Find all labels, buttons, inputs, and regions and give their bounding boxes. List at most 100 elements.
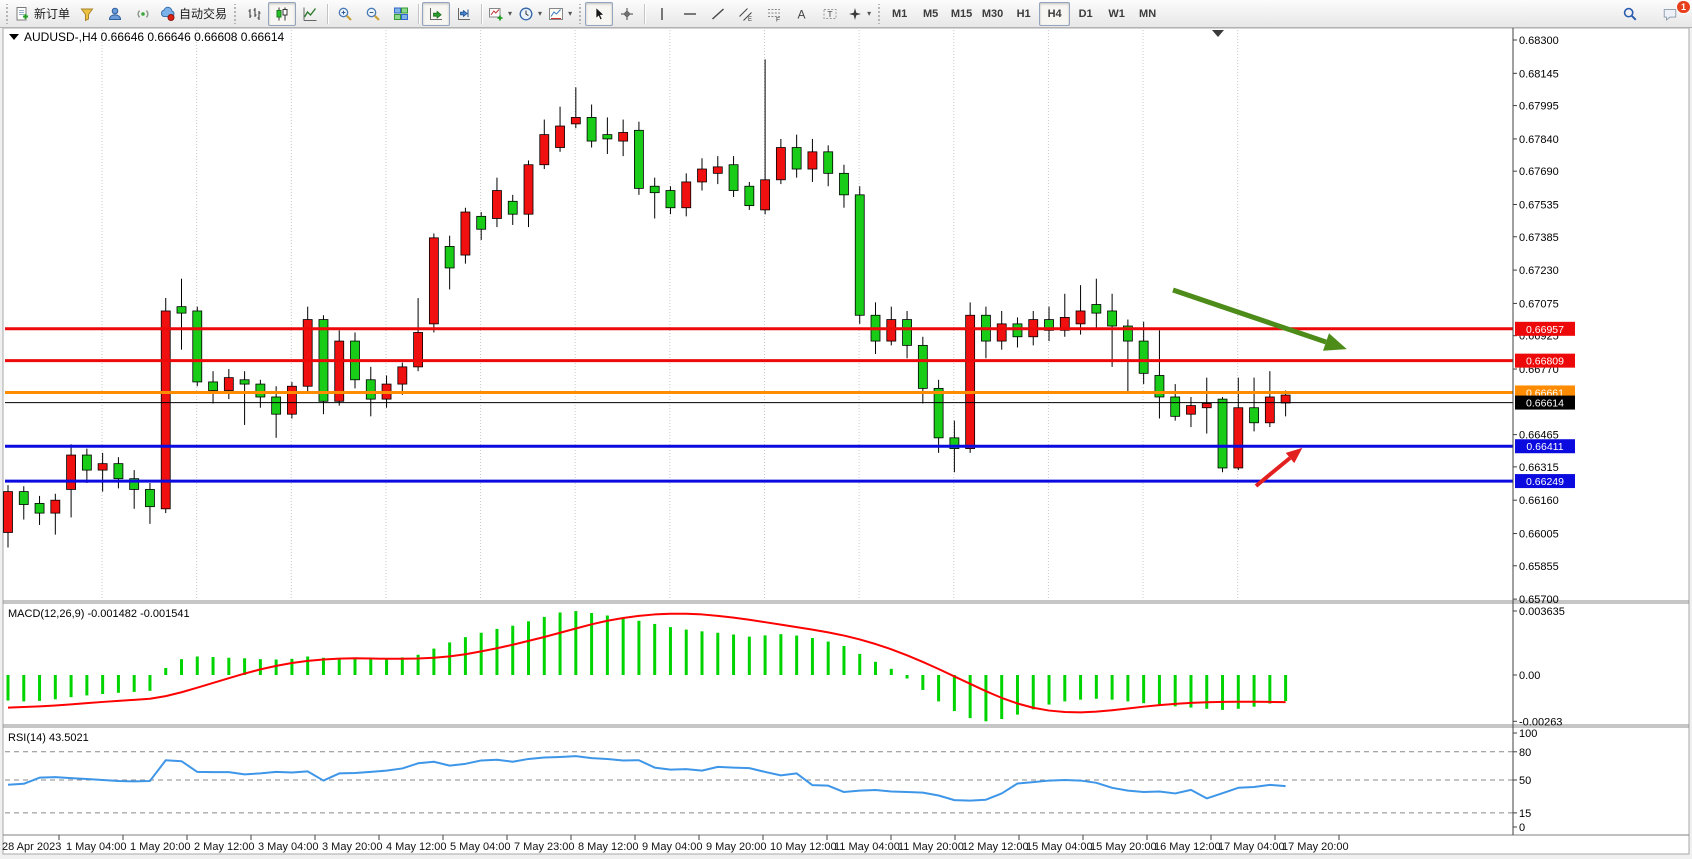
bear-candle-body — [745, 186, 754, 205]
timeframe-h4-button[interactable]: H4 — [1039, 2, 1070, 26]
periods-button[interactable]: ▾ — [515, 2, 545, 26]
candle — [855, 186, 864, 324]
price-badge-text: 0.66411 — [1526, 441, 1563, 453]
bull-candle-body — [571, 117, 580, 123]
new-chart-button[interactable] — [73, 2, 101, 26]
time-label: 9 May 20:00 — [706, 841, 767, 853]
time-label: 28 Apr 2023 — [2, 841, 61, 853]
tile-windows-button[interactable] — [387, 2, 415, 26]
periods-icon — [518, 6, 534, 22]
timeframe-m30-button[interactable]: M30 — [977, 2, 1008, 26]
support-line-2-price-badge: 0.66249 — [1515, 474, 1575, 488]
zoom-out-button[interactable] — [359, 2, 387, 26]
bear-candle-body — [634, 130, 643, 188]
fibonacci-button[interactable]: F — [760, 2, 788, 26]
new-order-button[interactable]: 新订单 — [12, 2, 73, 26]
time-label: 10 May 12:00 — [770, 841, 837, 853]
macd-tick-label: -0.00263 — [1519, 716, 1562, 728]
timeframe-d1-button[interactable]: D1 — [1070, 2, 1101, 26]
vertical-line-button[interactable] — [648, 2, 676, 26]
timeframe-mn-button[interactable]: MN — [1132, 2, 1163, 26]
bear-candle-body — [824, 152, 833, 174]
notification-badge: 1 — [1676, 0, 1691, 14]
bear-candle-body — [934, 388, 943, 437]
time-label: 7 May 23:00 — [514, 841, 575, 853]
candle — [461, 208, 470, 264]
cursor-button[interactable] — [585, 2, 613, 26]
templates-icon — [548, 6, 564, 22]
candle — [634, 122, 643, 195]
crosshair-icon — [619, 6, 635, 22]
bull-candle-body — [98, 464, 107, 470]
time-label: 5 May 04:00 — [450, 841, 511, 853]
bear-candle-body — [209, 382, 218, 391]
timeframe-m30-button-label: M30 — [982, 8, 1003, 20]
price-tick-label: 0.66005 — [1519, 529, 1559, 541]
bull-candle-body — [161, 311, 170, 509]
vertical-line-icon — [654, 6, 670, 22]
channel-icon: E — [738, 6, 754, 22]
timeframe-h4-button-label: H4 — [1048, 8, 1062, 20]
time-label: 1 May 20:00 — [130, 841, 191, 853]
search-icon — [1622, 6, 1638, 22]
rsi-tick-label: 15 — [1519, 808, 1531, 820]
horizontal-line-button[interactable] — [676, 2, 704, 26]
zoom-in-button[interactable] — [331, 2, 359, 26]
line-chart-button[interactable] — [296, 2, 324, 26]
auto-scroll-button[interactable] — [422, 2, 450, 26]
autotrading-button[interactable]: 自动交易 — [157, 2, 230, 26]
chart-shift-button[interactable] — [450, 2, 478, 26]
timeframe-m5-button-label: M5 — [923, 8, 938, 20]
bar-chart-button[interactable] — [240, 2, 268, 26]
crosshair-button[interactable] — [613, 2, 641, 26]
toolbar-drag-handle — [876, 4, 882, 24]
profiles-button[interactable] — [101, 2, 129, 26]
bear-candle-body — [19, 492, 28, 505]
bull-candle-body — [776, 148, 785, 180]
bar-chart-icon — [246, 6, 262, 22]
price-tick-label: 0.65855 — [1519, 561, 1559, 573]
indicators-button[interactable]: ▾ — [485, 2, 515, 26]
resistance-line-2-price-badge: 0.66809 — [1515, 354, 1575, 368]
timeframe-m1-button-label: M1 — [892, 8, 907, 20]
candle — [745, 182, 754, 210]
bear-candle-body — [508, 201, 517, 214]
arrows-button[interactable]: ▾ — [844, 2, 874, 26]
candle — [303, 307, 312, 393]
templates-button[interactable]: ▾ — [545, 2, 575, 26]
price-tick-label: 0.65700 — [1519, 594, 1559, 606]
timeframe-m1-button[interactable]: M1 — [884, 2, 915, 26]
candlestick-icon — [274, 6, 290, 22]
equidistant-channel-button[interactable]: E — [732, 2, 760, 26]
bull-candle-body — [1265, 397, 1274, 423]
label-icon: T — [822, 6, 838, 22]
text-button[interactable]: A — [788, 2, 816, 26]
toolbar-separator — [327, 4, 328, 24]
search-button[interactable] — [1616, 2, 1644, 26]
bull-candle-body — [398, 367, 407, 384]
bear-candle-body — [650, 186, 659, 192]
candlestick-chart-button[interactable] — [268, 2, 296, 26]
timeframe-w1-button[interactable]: W1 — [1101, 2, 1132, 26]
signals-button[interactable] — [129, 2, 157, 26]
timeframe-w1-button-label: W1 — [1108, 8, 1125, 20]
macd-tick-label: 0.00 — [1519, 670, 1540, 682]
text-icon: A — [794, 6, 810, 22]
text-label-button[interactable]: T — [816, 2, 844, 26]
bull-candle-body — [1186, 406, 1195, 415]
bull-candle-body — [1234, 408, 1243, 468]
autotrading-button-label: 自动交易 — [179, 5, 227, 22]
bear-candle-body — [839, 173, 848, 195]
bear-candle-body — [603, 135, 612, 139]
toolbar-drag-handle — [4, 4, 10, 24]
line-chart-icon — [302, 6, 318, 22]
chevron-down-icon: ▾ — [867, 9, 871, 18]
bull-candle-body — [698, 169, 707, 182]
bear-candle-body — [256, 384, 265, 397]
timeframe-m15-button[interactable]: M15 — [946, 2, 977, 26]
rsi-tick-label: 50 — [1519, 775, 1531, 787]
trendline-button[interactable] — [704, 2, 732, 26]
timeframe-h1-button[interactable]: H1 — [1008, 2, 1039, 26]
timeframe-m5-button[interactable]: M5 — [915, 2, 946, 26]
notifications-button[interactable]: 1 — [1656, 2, 1684, 26]
